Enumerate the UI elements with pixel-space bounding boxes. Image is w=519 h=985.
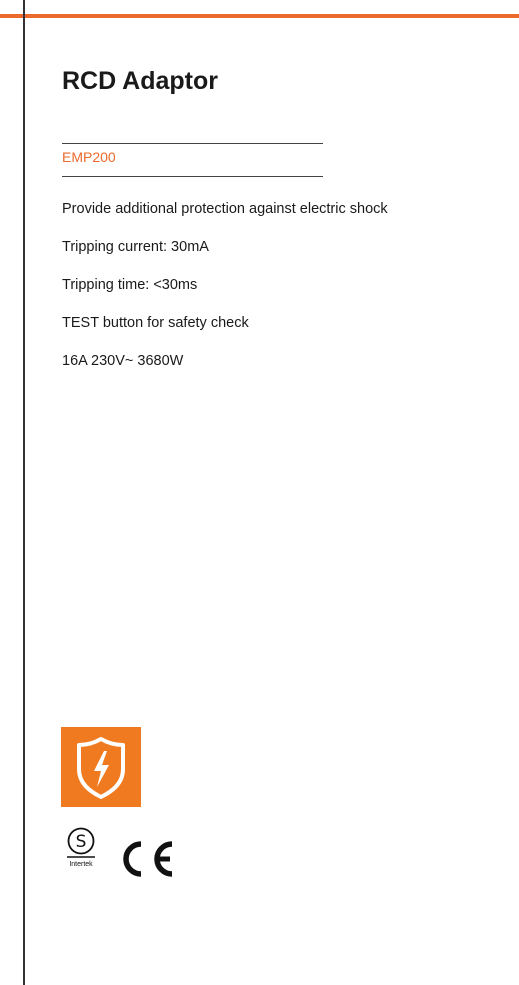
- model-number: EMP200: [62, 149, 116, 165]
- model-box: EMP200: [62, 143, 323, 177]
- feature-item: Tripping time: <30ms: [62, 277, 198, 293]
- feature-list: Provide additional protection against el…: [62, 199, 388, 389]
- intertek-s-mark-icon: S Intertek: [60, 826, 102, 870]
- feature-item: Tripping current: 30mA: [62, 239, 209, 255]
- intertek-label: Intertek: [69, 861, 93, 868]
- feature-item: TEST button for safety check: [62, 315, 249, 331]
- feature-item: 16A 230V~ 3680W: [62, 353, 184, 369]
- top-accent-rule: [0, 14, 519, 18]
- feature-item: Provide additional protection against el…: [62, 201, 388, 217]
- shock-protection-shield-icon: [61, 727, 141, 807]
- left-margin-rule: [23, 0, 25, 985]
- product-title: RCD Adaptor: [62, 67, 219, 95]
- ce-mark-icon: [117, 838, 177, 880]
- svg-text:S: S: [76, 832, 87, 852]
